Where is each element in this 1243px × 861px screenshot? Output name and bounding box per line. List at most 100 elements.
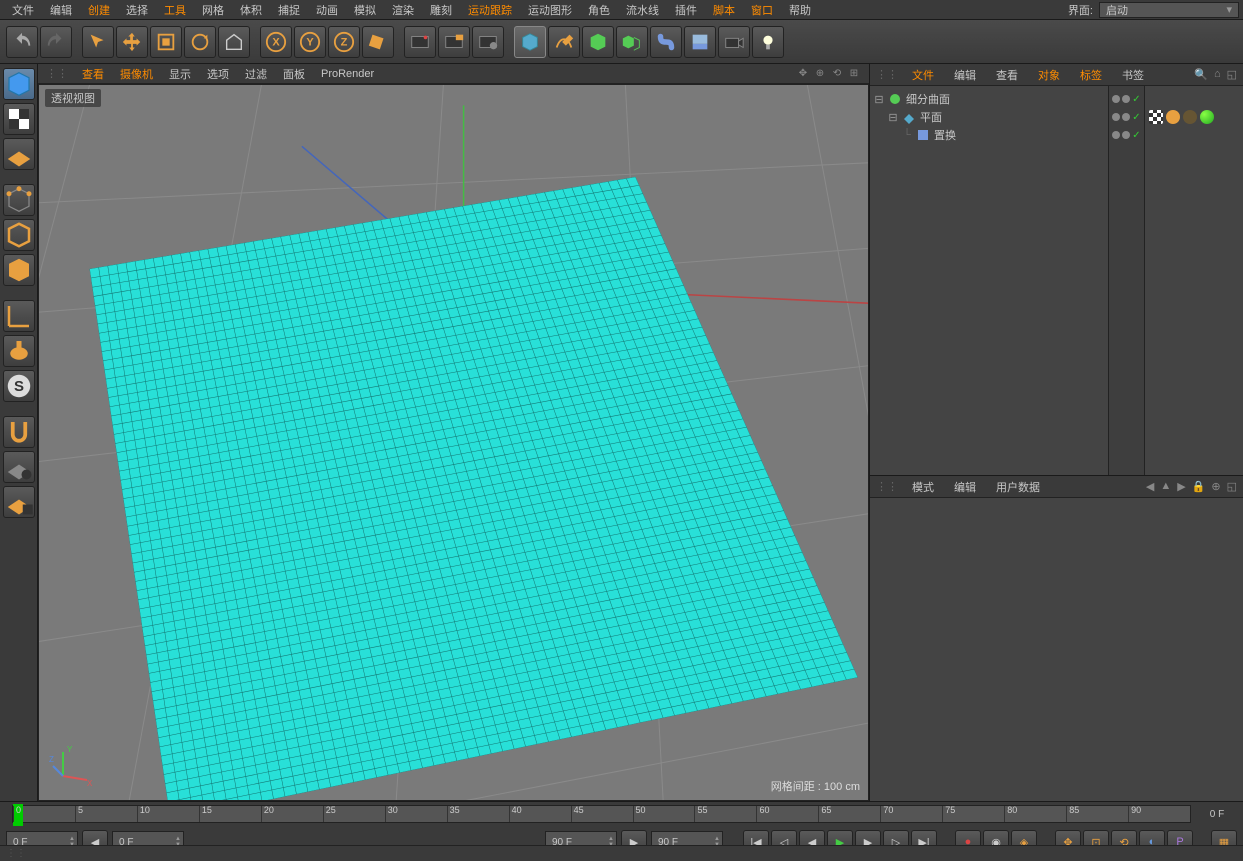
add-deformer-button[interactable] [650,26,682,58]
object-name[interactable]: 平面 [920,109,1104,125]
checker-tag-icon[interactable] [1149,110,1163,124]
menu-script[interactable]: 脚本 [705,0,743,20]
back-icon[interactable]: ◀ [1146,480,1154,493]
popup-icon[interactable]: ◱ [1227,68,1237,81]
live-select-button[interactable] [82,26,114,58]
menu-simulate[interactable]: 模拟 [346,0,384,20]
object-row-displace[interactable]: └ 置换 [874,126,1104,144]
undo-button[interactable] [6,26,38,58]
new-icon[interactable]: ⊕ [1211,480,1220,493]
attr-tab-edit[interactable]: 编辑 [944,477,986,497]
om-tab-tags[interactable]: 标签 [1070,65,1112,85]
vp-menu-view[interactable]: 查看 [74,64,112,84]
vp-menu-display[interactable]: 显示 [161,64,199,84]
expand-icon[interactable]: ⊟ [888,111,898,124]
menu-select[interactable]: 选择 [118,0,156,20]
vp-nav-move-icon[interactable]: ✥ [796,67,810,81]
redo-button[interactable] [40,26,72,58]
add-camera-button[interactable] [718,26,750,58]
menu-snap[interactable]: 捕捉 [270,0,308,20]
orange-tag-icon[interactable] [1166,110,1180,124]
add-spline-button[interactable] [548,26,580,58]
grip-icon[interactable]: ⋮⋮ [876,480,898,493]
om-tab-file[interactable]: 文件 [902,65,944,85]
green-tag-icon[interactable] [1200,110,1214,124]
menu-character[interactable]: 角色 [580,0,618,20]
grip-icon[interactable]: ⋮⋮ [6,848,26,859]
vp-nav-rotate-icon[interactable]: ⟲ [830,67,844,81]
lock-icon[interactable]: 🔒 [1192,480,1206,493]
tags-row[interactable] [1149,108,1239,126]
object-name[interactable]: 置换 [934,127,1104,143]
render-view-button[interactable] [404,26,436,58]
add-generator-button[interactable] [582,26,614,58]
add-environment-button[interactable] [684,26,716,58]
menu-file[interactable]: 文件 [4,0,42,20]
attribute-manager-body[interactable] [870,498,1243,801]
vp-menu-filter[interactable]: 过滤 [237,64,275,84]
soft-select-button[interactable]: S [3,370,35,402]
x-axis-button[interactable]: X [260,26,292,58]
add-light-button[interactable] [752,26,784,58]
om-tab-bookmarks[interactable]: 书签 [1112,65,1154,85]
render-settings-button[interactable] [472,26,504,58]
menu-render[interactable]: 渲染 [384,0,422,20]
workplane-mode-button[interactable] [3,138,35,170]
y-axis-button[interactable]: Y [294,26,326,58]
menu-create[interactable]: 创建 [80,0,118,20]
menu-sculpt[interactable]: 雕刻 [422,0,460,20]
vp-menu-camera[interactable]: 摄像机 [112,64,161,84]
attr-tab-userdata[interactable]: 用户数据 [986,477,1050,497]
visibility-row[interactable]: ✓ [1111,90,1142,108]
axis-mode-button[interactable] [3,300,35,332]
timeline-ruler[interactable]: 051015202530354045505560657075808590 0 F [0,802,1243,826]
menu-plugins[interactable]: 插件 [667,0,705,20]
texture-mode-button[interactable] [3,103,35,135]
search-icon[interactable]: 🔍 [1194,68,1208,81]
vp-menu-options[interactable]: 选项 [199,64,237,84]
add-generator2-button[interactable] [616,26,648,58]
edge-mode-button[interactable] [3,219,35,251]
visibility-row[interactable]: ✓ [1111,126,1142,144]
tags-row[interactable] [1149,90,1239,108]
vp-menu-panel[interactable]: 面板 [275,64,313,84]
object-row-plane[interactable]: ⊟ 平面 [874,108,1104,126]
vp-menu-prorender[interactable]: ProRender [313,66,382,82]
om-tab-view[interactable]: 查看 [986,65,1028,85]
object-name[interactable]: 细分曲面 [906,91,1104,107]
last-tool-button[interactable] [218,26,250,58]
menu-help[interactable]: 帮助 [781,0,819,20]
move-button[interactable] [116,26,148,58]
object-tree[interactable]: ⊟ 细分曲面 ⊟ 平面 └ 置换 [870,86,1109,475]
grip-icon[interactable]: ⋮⋮ [46,67,68,80]
menu-animate[interactable]: 动画 [308,0,346,20]
scale-button[interactable] [150,26,182,58]
tags-row[interactable] [1149,126,1239,144]
menu-window[interactable]: 窗口 [743,0,781,20]
z-axis-button[interactable]: Z [328,26,360,58]
polygon-mode-button[interactable] [3,254,35,286]
menu-mograph[interactable]: 运动图形 [520,0,580,20]
model-mode-button[interactable] [3,68,35,100]
om-tab-edit[interactable]: 编辑 [944,65,986,85]
point-mode-button[interactable] [3,184,35,216]
rotate-button[interactable] [184,26,216,58]
popup-icon[interactable]: ◱ [1227,480,1237,493]
add-cube-button[interactable] [514,26,546,58]
up-icon[interactable]: ▲ [1160,480,1171,493]
layout-select[interactable]: 启动 [1099,2,1239,18]
menu-volume[interactable]: 体积 [232,0,270,20]
attr-tab-mode[interactable]: 模式 [902,477,944,497]
forward-icon[interactable]: ▶ [1177,480,1185,493]
vp-nav-toggle-icon[interactable]: ⊞ [847,67,861,81]
tweak-mode-button[interactable] [3,335,35,367]
om-tab-objects[interactable]: 对象 [1028,65,1070,85]
snap-button[interactable] [3,416,35,448]
vp-nav-zoom-icon[interactable]: ⊕ [813,67,827,81]
menu-motion-tracking[interactable]: 运动跟踪 [460,0,520,20]
visibility-row[interactable]: ✓ [1111,108,1142,126]
home-icon[interactable]: ⌂ [1214,68,1221,81]
viewport-3d[interactable]: 透视视图 网格间距 : 100 cm Y X Z [38,84,869,801]
expand-icon[interactable]: ⊟ [874,93,884,106]
workplane-snap-button[interactable] [3,451,35,483]
